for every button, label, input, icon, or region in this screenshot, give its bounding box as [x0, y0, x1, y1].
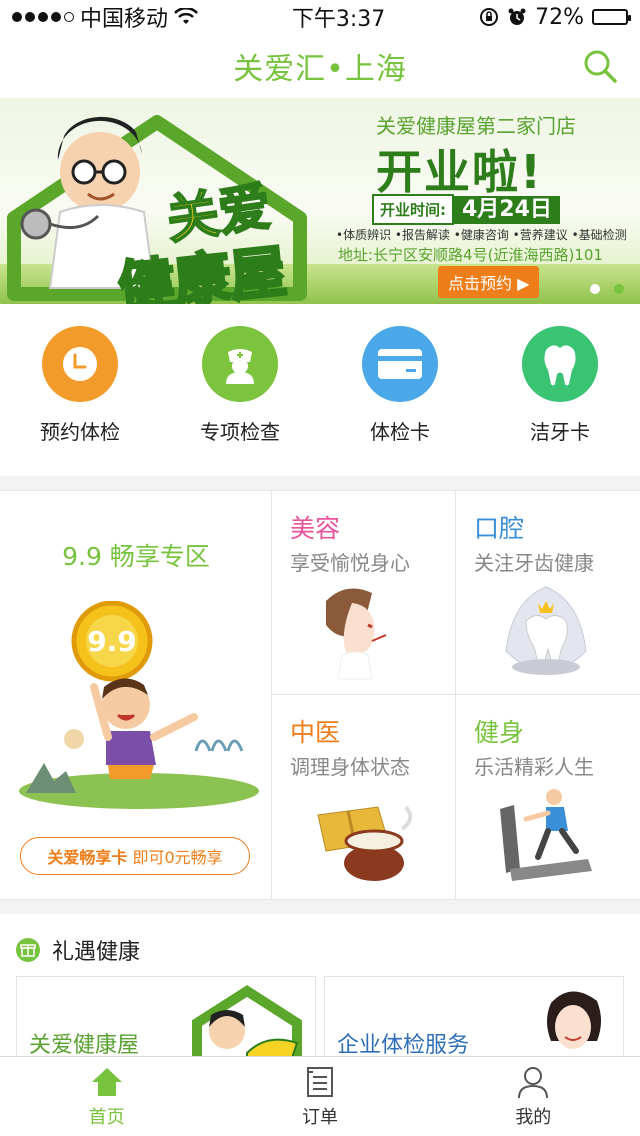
gift-section: 礼遇健康 关爱健康屋 企业体检服务 — [0, 914, 640, 1076]
tooth-icon — [522, 326, 598, 402]
battery-icon — [591, 9, 631, 25]
banner-dot[interactable] — [590, 284, 600, 294]
play-arrow-icon: ▶ — [517, 274, 530, 293]
profile-icon — [518, 1067, 549, 1099]
banner-cta-label: 点击预约 — [448, 274, 513, 293]
coin-kid-illustration: 9.9 — [19, 601, 259, 809]
category-title: 中医 — [290, 718, 341, 747]
section-title: 礼遇健康 — [52, 940, 141, 965]
category-title: 美容 — [290, 514, 341, 543]
status-time: 下午3:37 — [291, 7, 386, 32]
promo-banner[interactable]: 关爱 健康屋 关爱健康屋第二家门店 开业啦! 开业时间: 4月24日 •体质辨识… — [0, 98, 640, 304]
quick-item-checkup-card[interactable]: 体检卡 — [320, 304, 480, 476]
quick-item-label: 预约体检 — [40, 420, 120, 444]
order-icon — [306, 1067, 333, 1097]
category-subtitle: 调理身体状态 — [290, 755, 410, 779]
banner-headline: 开业啦! — [376, 145, 543, 199]
quick-item-teeth-card[interactable]: 洁牙卡 — [480, 304, 640, 476]
tab-home[interactable]: 首页 — [0, 1057, 213, 1136]
banner-pagination[interactable] — [590, 284, 624, 294]
category-title: 健身 — [474, 718, 525, 747]
quick-item-label: 体检卡 — [370, 420, 430, 444]
zone-button-text: 即可0元畅享 — [132, 848, 223, 867]
quick-item-label: 洁牙卡 — [530, 420, 590, 444]
category-beauty[interactable]: 美容 享受愉悦身心 — [272, 491, 456, 695]
quick-item-special-check[interactable]: 专项检查 — [160, 304, 320, 476]
category-title: 口腔 — [474, 514, 525, 543]
gift-card-title: 关爱健康屋 — [29, 1033, 140, 1058]
zone-title: 9.9 畅享专区 — [62, 542, 210, 571]
gift-icon — [16, 938, 40, 962]
banner-date: 4月24日 — [454, 195, 560, 224]
wifi-icon — [174, 8, 198, 24]
category-dental[interactable]: 口腔 关注牙齿健康 — [456, 491, 640, 695]
clock-icon — [42, 326, 118, 402]
rotation-lock-icon — [480, 8, 499, 26]
quick-menu: 预约体检 专项检查 体检卡 洁牙卡 — [0, 304, 640, 476]
banner-book-button[interactable]: 点击预约 ▶ — [438, 266, 540, 298]
card-icon — [362, 326, 438, 402]
category-subtitle: 乐活精彩人生 — [474, 755, 594, 779]
quick-item-appointment[interactable]: 预约体检 — [0, 304, 160, 476]
tab-orders[interactable]: 订单 — [213, 1057, 426, 1136]
coin-label: 9.9 — [87, 625, 137, 658]
category-fitness[interactable]: 健身 乐活精彩人生 — [456, 695, 640, 899]
beauty-icon — [326, 588, 387, 680]
battery-percent: 72% — [535, 4, 584, 30]
quick-item-label: 专项检查 — [200, 420, 280, 444]
tab-label: 我的 — [515, 1107, 552, 1128]
search-icon[interactable] — [582, 48, 618, 84]
banner-features: •体质辨识 •报告解读 •健康咨询 •营养建议 •基础检测 — [336, 228, 627, 242]
zone-button-prefix: 关爱畅享卡 — [47, 848, 128, 867]
tab-label: 首页 — [88, 1107, 125, 1128]
banner-dot-active[interactable] — [614, 284, 624, 294]
page-title: 关爱汇•上海 — [233, 52, 407, 87]
carrier-label: 中国移动 — [80, 7, 169, 32]
nurse-icon — [202, 326, 278, 402]
promo-grid: 9.9 畅享专区 9.9 关爱畅享卡 即可0元畅享 美容 享受愉悦身心 口腔 关… — [0, 490, 640, 900]
nav-bar: 关爱汇•上海 — [0, 34, 640, 98]
gift-header: 礼遇健康 — [16, 934, 140, 966]
zone-card-button[interactable]: 关爱畅享卡 即可0元畅享 — [20, 837, 250, 875]
status-bar: 中国移动 下午3:37 72% — [0, 0, 640, 34]
status-right: 72% — [479, 4, 631, 30]
gift-card-title: 企业体检服务 — [337, 1033, 470, 1058]
banner-time-label: 开业时间: — [372, 194, 454, 225]
tooth-crown-icon — [505, 586, 587, 675]
status-left: 中国移动 — [12, 1, 198, 33]
tab-label: 订单 — [301, 1107, 338, 1128]
herb-pot-icon — [317, 805, 413, 881]
treadmill-icon — [500, 789, 592, 881]
banner-open-time: 开业时间: 4月24日 — [372, 194, 560, 225]
category-tcm[interactable]: 中医 调理身体状态 — [272, 695, 456, 899]
category-subtitle: 关注牙齿健康 — [474, 551, 594, 575]
banner-subtitle: 关爱健康屋第二家门店 — [376, 114, 576, 138]
tab-bar: 首页 订单 我的 — [0, 1056, 640, 1136]
tab-profile[interactable]: 我的 — [427, 1057, 640, 1136]
banner-brand-line2: 健康屋 — [114, 238, 291, 304]
banner-address: 地址:长宁区安顺路4号(近淮海西路)101 — [338, 246, 603, 264]
alarm-icon — [508, 8, 526, 25]
category-subtitle: 享受愉悦身心 — [290, 551, 410, 575]
signal-icon — [12, 12, 74, 22]
banner-brand: 关爱 健康屋 — [114, 170, 291, 304]
zone-card-99[interactable]: 9.9 畅享专区 9.9 关爱畅享卡 即可0元畅享 — [0, 491, 272, 899]
home-icon — [91, 1068, 122, 1096]
